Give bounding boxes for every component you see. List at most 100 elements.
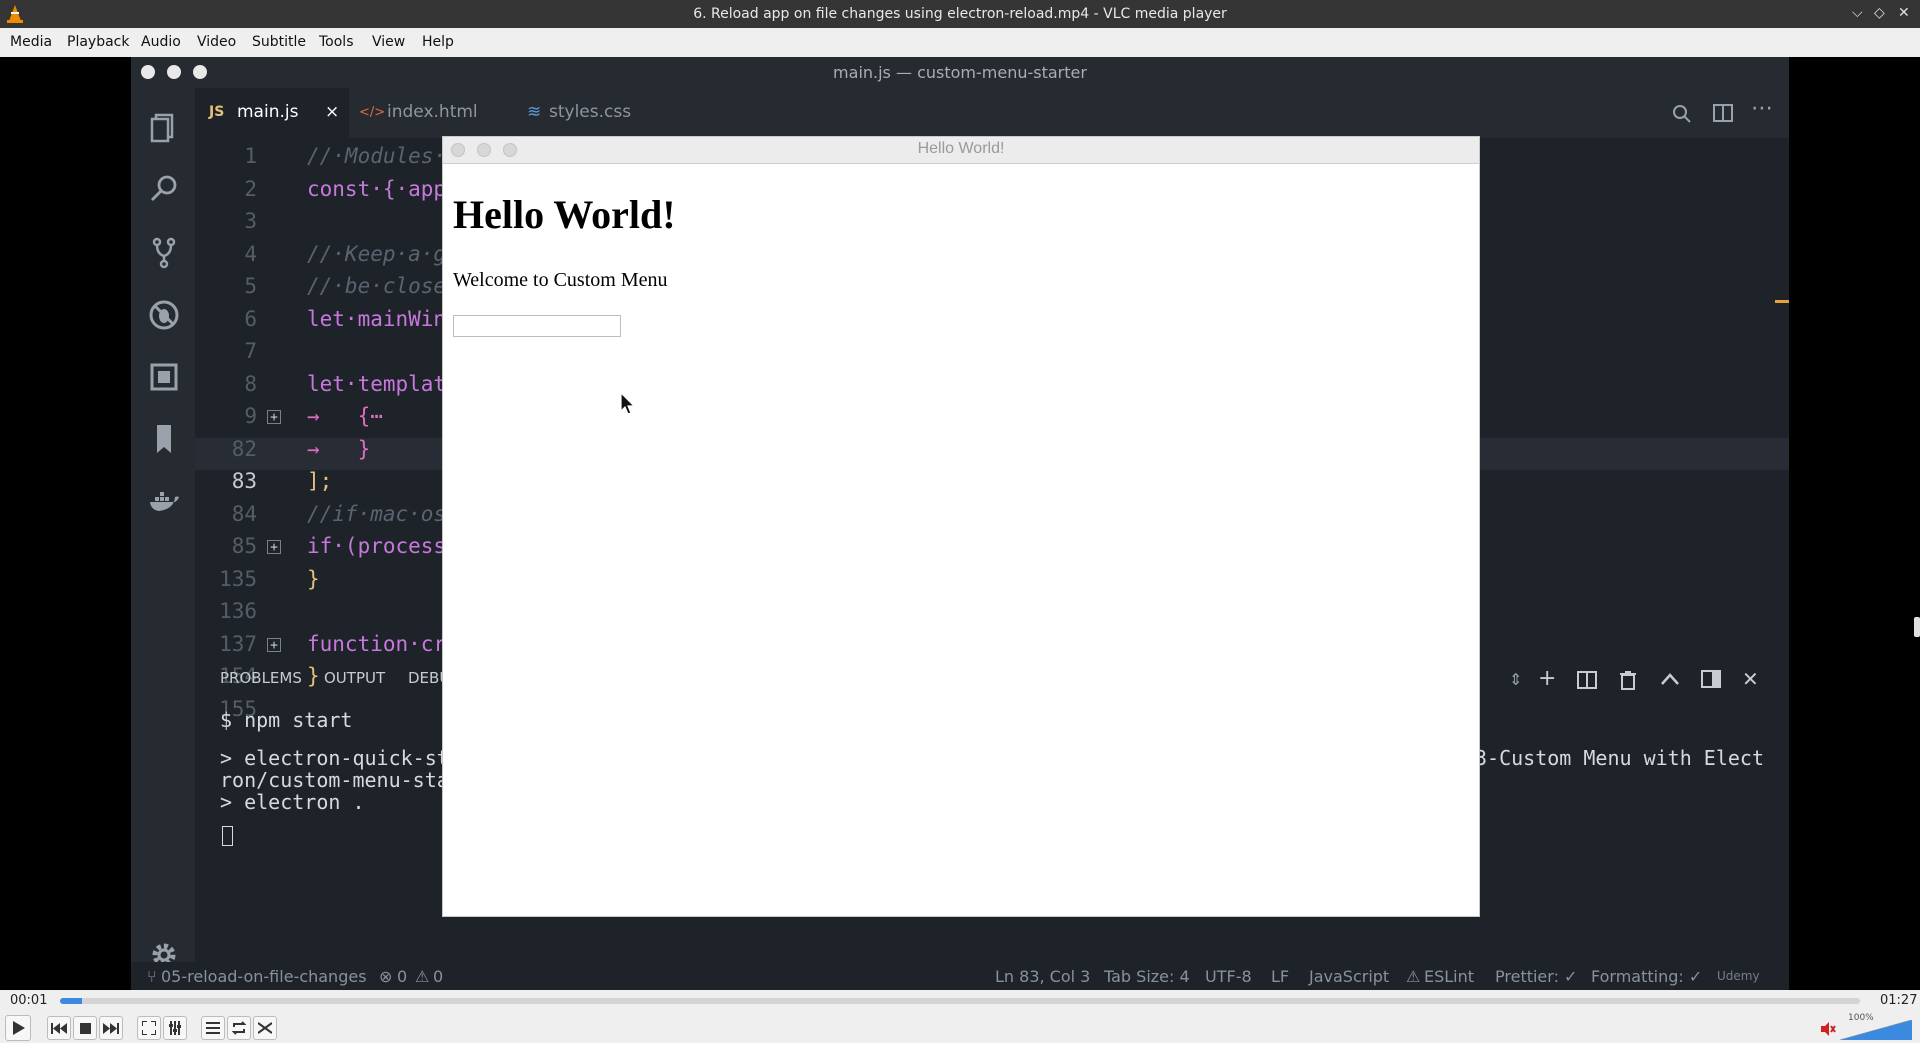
eslint-warning-icon: ⚠ — [1406, 967, 1421, 986]
line-number: 85 — [231, 534, 257, 558]
code-line: → {⋯ — [307, 404, 383, 428]
tab-styles-css[interactable]: ≋ styles.css — [527, 88, 667, 138]
menu-subtitle[interactable]: Subtitle — [252, 34, 306, 50]
stop-button[interactable] — [73, 1016, 97, 1040]
line-ending[interactable]: LF — [1271, 967, 1289, 986]
fullscreen-button[interactable] — [137, 1016, 161, 1040]
fold-toggle-icon[interactable]: + — [267, 637, 281, 652]
language-mode[interactable]: JavaScript — [1309, 967, 1389, 986]
line-number: 84 — [231, 501, 257, 526]
terminal-line: ron/custom-menu-sta — [220, 768, 449, 792]
terminal-line: > electron-quick-st — [220, 746, 449, 770]
line-number: 5 — [244, 274, 257, 298]
stop-icon — [80, 1023, 91, 1034]
warning-count[interactable]: 0 — [433, 967, 443, 986]
playlist-icon — [206, 1022, 220, 1034]
fold-toggle-icon[interactable]: + — [267, 540, 281, 554]
more-actions-icon[interactable]: ⋯ — [1751, 96, 1773, 121]
menu-video[interactable]: Video — [197, 34, 236, 50]
bookmark-icon — [157, 425, 171, 453]
code-line: if·(process — [307, 534, 447, 558]
formatting-status[interactable]: Formatting: ✓ — [1591, 967, 1702, 986]
vscode-titlebar: main.js — custom-menu-starter — [131, 57, 1789, 88]
fullscreen-icon — [142, 1021, 156, 1035]
toggle-panel-position-icon[interactable] — [1701, 670, 1721, 688]
menu-playback[interactable]: Playback — [67, 34, 129, 50]
shuffle-button[interactable] — [253, 1016, 277, 1040]
extended-settings-button[interactable] — [163, 1016, 187, 1040]
mute-speaker-icon[interactable] — [1820, 1021, 1836, 1037]
new-terminal-icon[interactable]: + — [1538, 666, 1556, 691]
menu-media[interactable]: Media — [10, 34, 52, 50]
trash-icon[interactable] — [1619, 670, 1637, 690]
playlist-button[interactable] — [201, 1016, 225, 1040]
loop-button[interactable] — [227, 1016, 251, 1040]
close-panel-icon[interactable]: ✕ — [1742, 667, 1759, 691]
source-control-icon — [152, 237, 176, 269]
code-line: let·templat — [307, 371, 447, 396]
tab-label: styles.css — [549, 102, 632, 122]
menu-tools[interactable]: Tools — [319, 34, 354, 50]
terminal-line: > electron . — [220, 790, 365, 814]
maximize-icon[interactable]: ◇ — [1874, 5, 1885, 21]
app-text-input[interactable] — [453, 315, 621, 337]
git-branch[interactable]: 05-reload-on-file-changes — [161, 967, 367, 986]
code-line: ]; — [307, 469, 333, 493]
time-total: 01:27 — [1880, 993, 1918, 1008]
tab-size[interactable]: Tab Size: 4 — [1104, 967, 1190, 986]
explorer-icon — [150, 113, 174, 143]
video-area[interactable]: main.js — custom-menu-starter JS main.js… — [0, 57, 1920, 990]
prettier-status[interactable]: Prettier: ✓ — [1495, 967, 1577, 986]
split-terminal-icon[interactable] — [1577, 671, 1597, 689]
seek-slider[interactable] — [60, 998, 1860, 1004]
terminal-line-fragment: 3-Custom Menu with Elect — [1475, 746, 1764, 770]
panel-tab-problems[interactable]: PROBLEMS — [220, 669, 302, 687]
play-button[interactable] — [5, 1015, 31, 1041]
javascript-file-icon: JS — [209, 104, 225, 120]
panel-tab-output[interactable]: OUTPUT — [324, 669, 385, 687]
seek-progress — [60, 998, 82, 1004]
code-line: const·{·app — [307, 176, 447, 201]
maximize-panel-icon[interactable] — [1660, 672, 1680, 686]
line-number: 7 — [244, 339, 257, 363]
menu-view[interactable]: View — [372, 34, 405, 50]
cursor-position[interactable]: Ln 83, Col 3 — [995, 967, 1090, 986]
tab-label: index.html — [387, 102, 478, 122]
eslint-status[interactable]: ESLint — [1424, 967, 1474, 986]
warning-icon[interactable]: ⚠ — [415, 967, 429, 986]
line-number: 135 — [219, 566, 257, 591]
minimize-icon[interactable]: ⌵ — [1852, 5, 1863, 21]
previous-button[interactable] — [47, 1016, 71, 1040]
volume-slider[interactable] — [1840, 1020, 1912, 1040]
app-welcome-text: Welcome to Custom Menu — [453, 269, 668, 291]
menu-help[interactable]: Help — [422, 34, 454, 50]
error-count[interactable]: 0 — [397, 967, 407, 986]
editor-tabs: JS main.js × </> index.html ≋ styles.css… — [195, 88, 1789, 141]
terminal-select-chevron-icon[interactable]: ⇕ — [1509, 670, 1522, 689]
debug-icon — [149, 300, 179, 330]
window-title: 6. Reload app on file changes using elec… — [693, 6, 1227, 22]
css-file-icon: ≋ — [527, 102, 542, 122]
split-editor-icon[interactable] — [1712, 102, 1734, 124]
app-titlebar: Hello World! — [443, 137, 1479, 164]
tab-close-icon[interactable]: × — [325, 102, 339, 122]
loop-icon — [231, 1021, 247, 1035]
git-branch-icon[interactable]: ⑂ — [147, 967, 157, 986]
file-encoding[interactable]: UTF-8 — [1205, 967, 1252, 986]
line-number: 82 — [231, 436, 257, 461]
electron-app-window[interactable]: Hello World! Hello World! Welcome to Cus… — [442, 136, 1480, 917]
extensions-icon — [150, 363, 178, 391]
close-icon[interactable]: ✕ — [1898, 5, 1910, 21]
line-number: 1 — [244, 144, 257, 168]
tab-label: main.js — [237, 102, 299, 122]
next-button[interactable] — [99, 1016, 123, 1040]
tab-main-js[interactable]: JS main.js × — [195, 88, 349, 141]
open-changes-icon[interactable] — [1671, 102, 1693, 124]
vlc-titlebar: 6. Reload app on file changes using elec… — [0, 0, 1920, 28]
menu-audio[interactable]: Audio — [141, 34, 181, 50]
line-number: 4 — [244, 241, 257, 266]
error-icon[interactable]: ⊗ — [379, 967, 392, 986]
fold-toggle-icon[interactable]: + — [267, 410, 281, 424]
tab-index-html[interactable]: </> index.html — [359, 88, 509, 138]
previous-icon — [51, 1023, 67, 1034]
